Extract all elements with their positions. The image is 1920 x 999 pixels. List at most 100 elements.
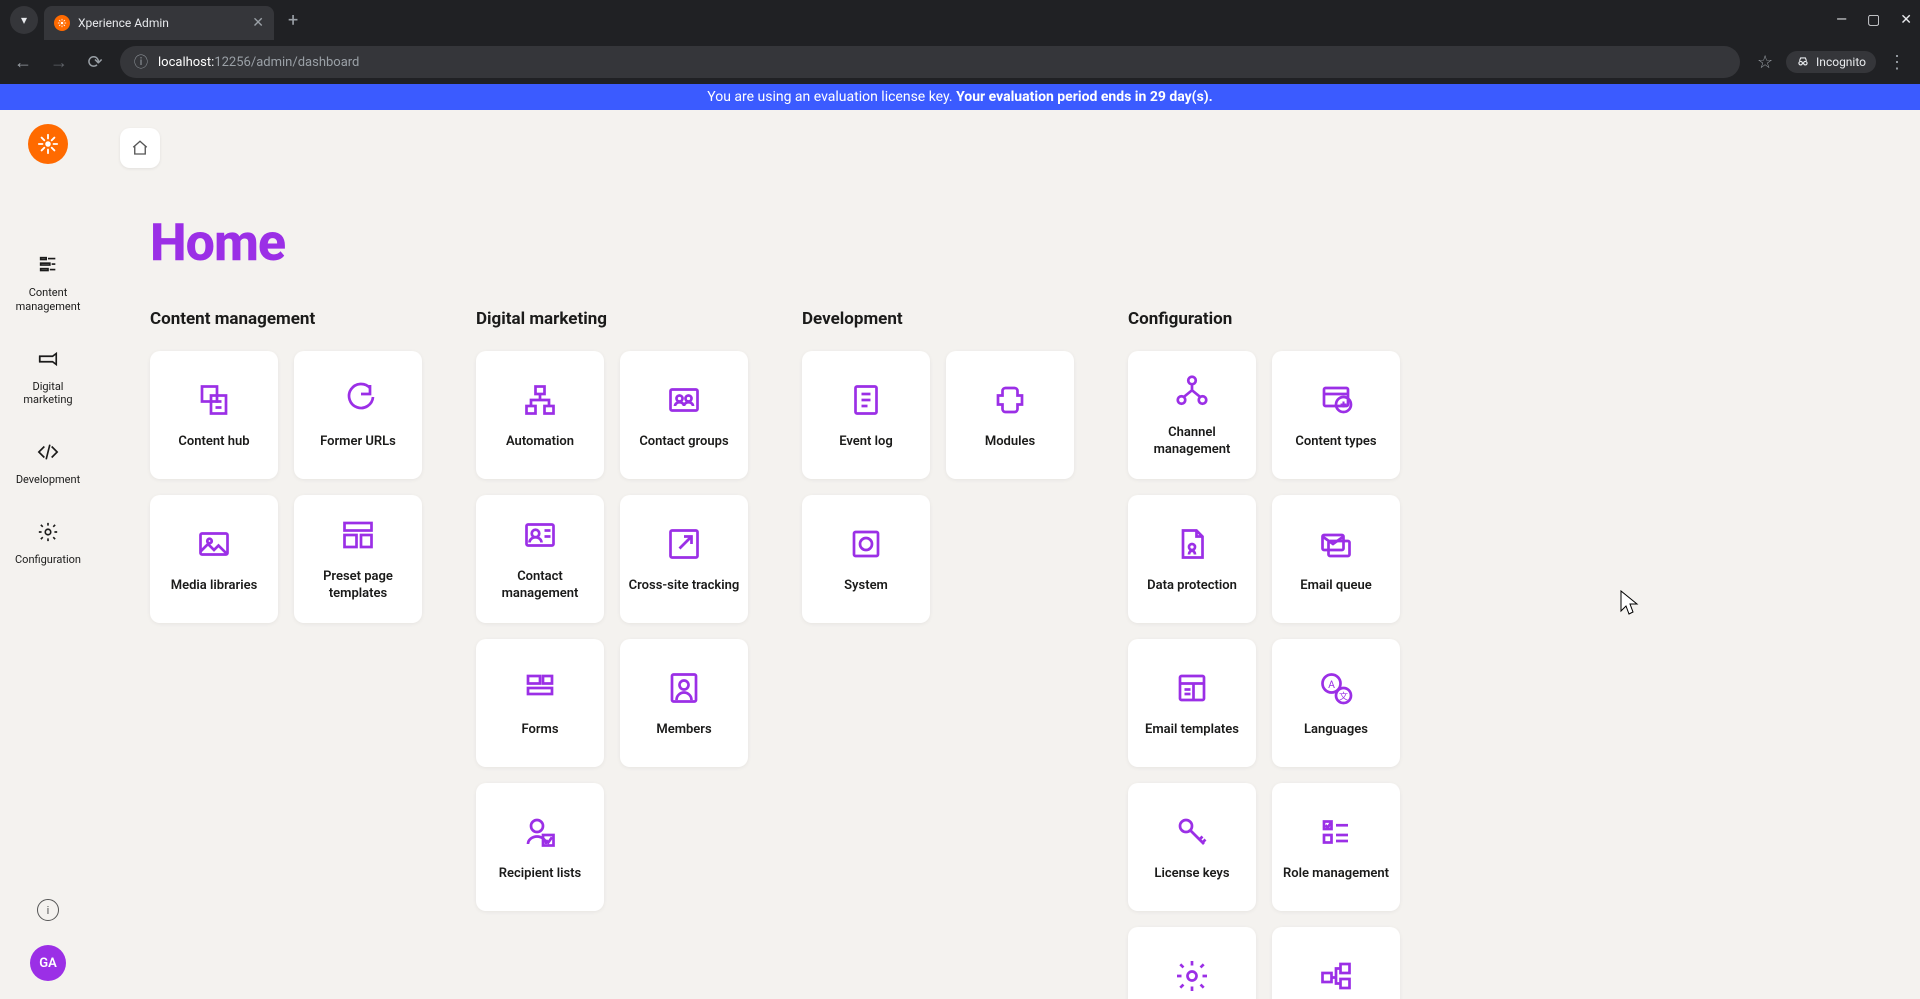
window-controls: — ▢ ✕ bbox=[1836, 12, 1920, 28]
tile-email-tmpl[interactable]: Email templates bbox=[1128, 639, 1256, 767]
help-icon[interactable]: i bbox=[37, 899, 59, 921]
browser-chrome: ▾ Xperience Admin ✕ + — ▢ ✕ ← → ⟳ ⓘ loca… bbox=[0, 0, 1920, 84]
email-tmpl-icon bbox=[1174, 668, 1210, 708]
tile-modules[interactable]: Modules bbox=[946, 351, 1074, 479]
tile-media[interactable]: Media libraries bbox=[150, 495, 278, 623]
column-title: Configuration bbox=[1128, 309, 1400, 329]
address-input[interactable]: ⓘ localhost:12256/admin/dashboard bbox=[120, 46, 1740, 78]
svg-text:A: A bbox=[1328, 678, 1335, 691]
column: Digital marketing Automation Contact group… bbox=[476, 309, 748, 999]
url-host: localhost: bbox=[158, 55, 214, 70]
tile-label: Former URLs bbox=[320, 434, 396, 451]
tile-ui-forms[interactable]: UI forms bbox=[1272, 927, 1400, 999]
tile-label: System bbox=[844, 578, 888, 595]
tile-grid: Automation Contact groups Contact manageme… bbox=[476, 351, 748, 911]
tab-favicon-icon bbox=[54, 15, 70, 31]
bookmark-icon[interactable]: ☆ bbox=[1754, 52, 1776, 73]
address-bar: ← → ⟳ ⓘ localhost:12256/admin/dashboard … bbox=[0, 40, 1920, 84]
site-info-icon[interactable]: ⓘ bbox=[134, 52, 148, 72]
configuration-icon bbox=[37, 521, 59, 547]
column-title: Digital marketing bbox=[476, 309, 748, 329]
column-title: Development bbox=[802, 309, 1074, 329]
banner-bold: Your evaluation period ends in 29 day(s)… bbox=[956, 89, 1213, 105]
event-log-icon bbox=[848, 380, 884, 420]
browser-tab[interactable]: Xperience Admin ✕ bbox=[44, 6, 274, 40]
incognito-label: Incognito bbox=[1816, 55, 1866, 69]
tile-label: License keys bbox=[1154, 866, 1229, 883]
nav-reload-icon[interactable]: ⟳ bbox=[84, 52, 106, 73]
tile-preset[interactable]: Preset page templates bbox=[294, 495, 422, 623]
tile-members[interactable]: Members bbox=[620, 639, 748, 767]
tile-grid: Channel management Content types Data prot… bbox=[1128, 351, 1400, 999]
tile-settings[interactable]: Settings bbox=[1128, 927, 1256, 999]
column: Content management Content hub Former URLs… bbox=[150, 309, 422, 999]
browser-menu-icon[interactable]: ⋮ bbox=[1886, 52, 1908, 73]
window-close-icon[interactable]: ✕ bbox=[1900, 12, 1912, 28]
svg-text:文: 文 bbox=[1339, 690, 1348, 702]
tile-license[interactable]: License keys bbox=[1128, 783, 1256, 911]
tile-label: Role management bbox=[1283, 866, 1389, 883]
window-minimize-icon[interactable]: — bbox=[1836, 12, 1847, 28]
window-maximize-icon[interactable]: ▢ bbox=[1867, 12, 1880, 28]
tile-event-log[interactable]: Event log bbox=[802, 351, 930, 479]
tile-channel[interactable]: Channel management bbox=[1128, 351, 1256, 479]
nav-back-icon[interactable]: ← bbox=[12, 52, 34, 73]
content-hub-icon bbox=[196, 380, 232, 420]
tile-automation[interactable]: Automation bbox=[476, 351, 604, 479]
email-queue-icon bbox=[1318, 524, 1354, 564]
tile-content-hub[interactable]: Content hub bbox=[150, 351, 278, 479]
members-icon bbox=[666, 668, 702, 708]
tile-system[interactable]: System bbox=[802, 495, 930, 623]
tile-data-prot[interactable]: Data protection bbox=[1128, 495, 1256, 623]
new-tab-button[interactable]: + bbox=[288, 10, 298, 31]
sidebar-item-digital-marketing[interactable]: Digital marketing bbox=[10, 348, 86, 408]
tile-contact-mgmt[interactable]: Contact management bbox=[476, 495, 604, 623]
url-text: localhost:12256/admin/dashboard bbox=[158, 55, 359, 70]
tile-former-urls[interactable]: Former URLs bbox=[294, 351, 422, 479]
url-port: 12256 bbox=[214, 55, 251, 70]
channel-icon bbox=[1174, 371, 1210, 411]
incognito-badge[interactable]: Incognito bbox=[1786, 51, 1876, 73]
tile-label: Automation bbox=[506, 434, 574, 451]
column: Development Event log Modules System bbox=[802, 309, 1074, 999]
tab-bar: ▾ Xperience Admin ✕ + — ▢ ✕ bbox=[0, 0, 1920, 40]
tile-roles[interactable]: Role management bbox=[1272, 783, 1400, 911]
column-title: Content management bbox=[150, 309, 422, 329]
tile-recipients[interactable]: Recipient lists bbox=[476, 783, 604, 911]
tile-label: Cross-site tracking bbox=[629, 578, 740, 595]
home-icon bbox=[131, 139, 149, 157]
settings-icon bbox=[1174, 956, 1210, 996]
user-avatar[interactable]: GA bbox=[30, 945, 66, 981]
tile-email-queue[interactable]: Email queue bbox=[1272, 495, 1400, 623]
tile-label: Languages bbox=[1304, 722, 1368, 739]
tile-label: Recipient lists bbox=[499, 866, 581, 883]
tab-search-dropdown[interactable]: ▾ bbox=[10, 6, 38, 34]
tile-forms[interactable]: Forms bbox=[476, 639, 604, 767]
tile-languages[interactable]: A文 Languages bbox=[1272, 639, 1400, 767]
sidebar-item-content-management[interactable]: Content management bbox=[10, 254, 86, 314]
tile-content-types[interactable]: Content types bbox=[1272, 351, 1400, 479]
page-title: Home bbox=[96, 168, 1920, 309]
breadcrumb-home[interactable] bbox=[120, 128, 160, 168]
tile-label: Event log bbox=[839, 434, 893, 451]
tile-cross-site[interactable]: Cross-site tracking bbox=[620, 495, 748, 623]
media-icon bbox=[196, 524, 232, 564]
tile-contact-groups[interactable]: Contact groups bbox=[620, 351, 748, 479]
tab-close-icon[interactable]: ✕ bbox=[252, 15, 264, 31]
contact-mgmt-icon bbox=[522, 515, 558, 555]
nav-forward-icon: → bbox=[48, 52, 70, 73]
column: Configuration Channel management Content t… bbox=[1128, 309, 1400, 999]
former-urls-icon bbox=[340, 380, 376, 420]
ui-forms-icon bbox=[1318, 956, 1354, 996]
sidebar-item-configuration[interactable]: Configuration bbox=[10, 521, 86, 567]
url-path: /admin/dashboard bbox=[251, 55, 360, 70]
app-logo[interactable] bbox=[28, 124, 68, 164]
sidebar-item-label: Content management bbox=[10, 286, 86, 314]
data-prot-icon bbox=[1174, 524, 1210, 564]
tile-label: Content types bbox=[1295, 434, 1376, 451]
forms-icon bbox=[522, 668, 558, 708]
sidebar-item-development[interactable]: Development bbox=[10, 441, 86, 487]
sidebar-item-label: Development bbox=[16, 473, 80, 487]
tile-label: Email templates bbox=[1145, 722, 1239, 739]
tile-label: Contact management bbox=[484, 569, 596, 603]
